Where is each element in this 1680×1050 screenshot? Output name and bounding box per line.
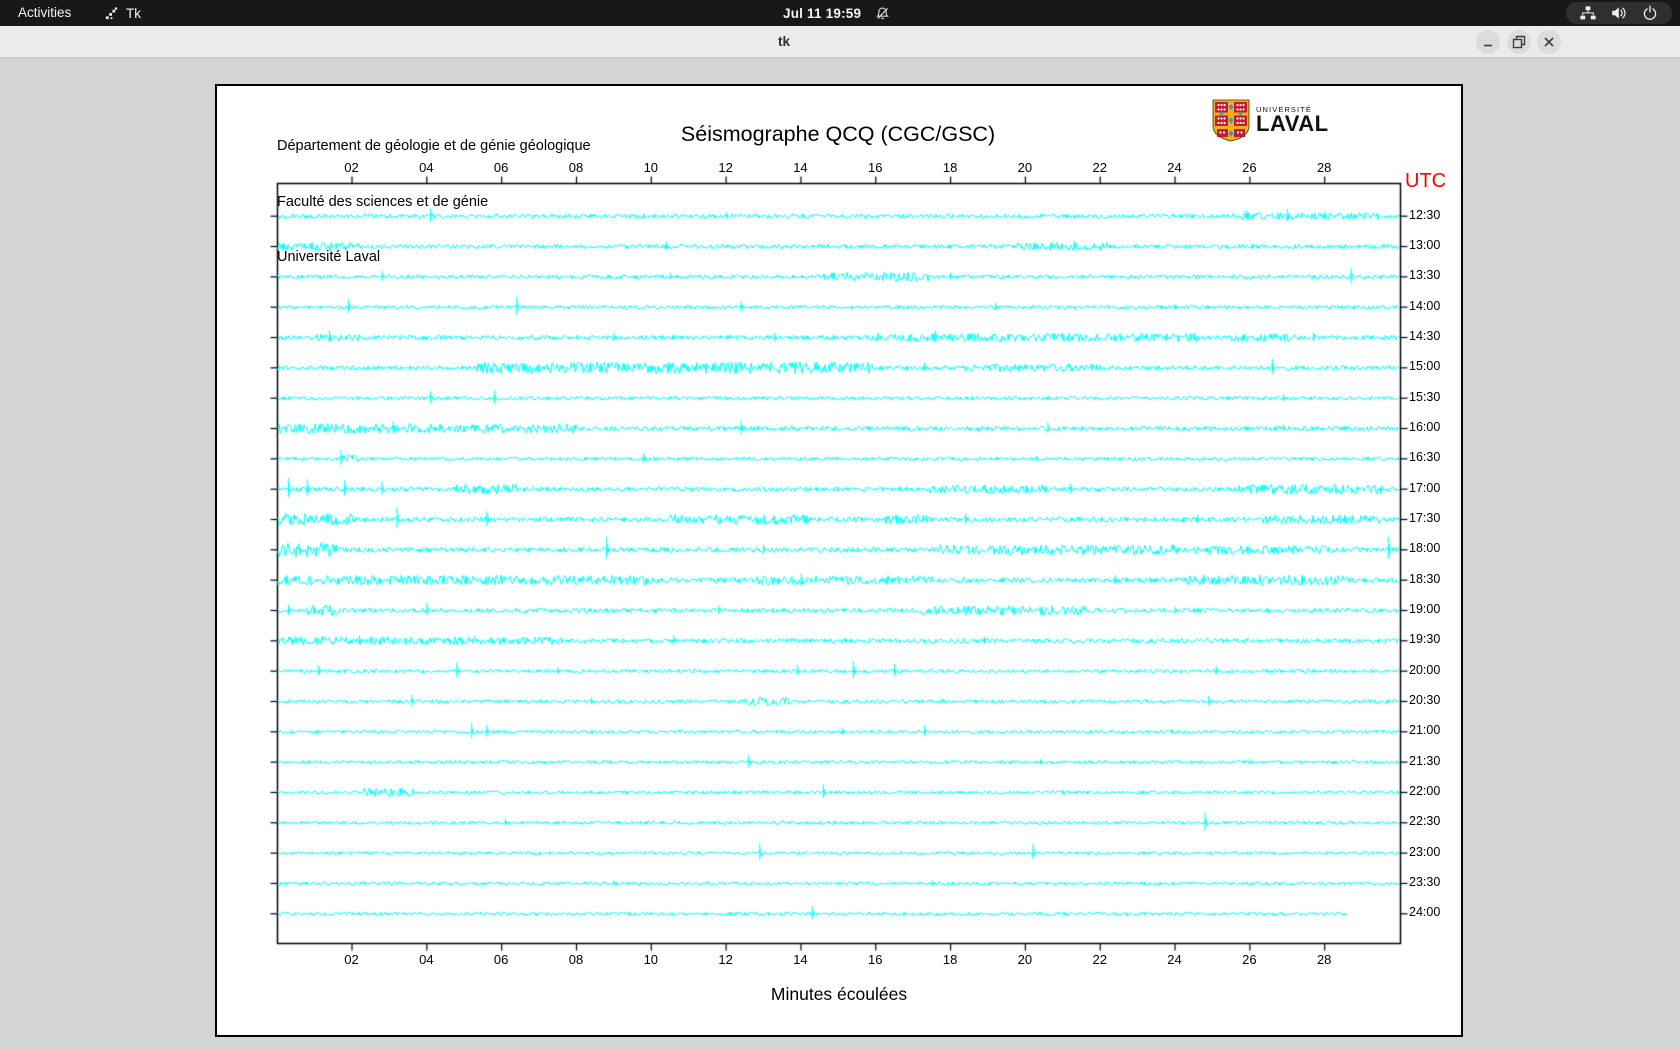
x-tick-label: 24: [1167, 952, 1182, 967]
x-tick-label: 28: [1316, 160, 1332, 175]
x-tick-label: 22: [1092, 160, 1107, 175]
x-tick-label: 14: [793, 160, 808, 175]
utc-time-label: 23:30: [1409, 874, 1441, 889]
x-axis-title: Minutes écoulées: [770, 984, 908, 1004]
header-line: Département de géologie et de génie géol…: [277, 138, 591, 154]
utc-time-label: 24:00: [1409, 905, 1441, 920]
system-status-area[interactable]: [1566, 2, 1672, 24]
utc-axis-label: UTC: [1405, 170, 1447, 192]
app-indicator-label: Tk: [126, 5, 141, 21]
x-tick-label: 16: [868, 160, 883, 175]
utc-time-label: 17:00: [1409, 480, 1441, 495]
utc-time-label: 21:30: [1409, 753, 1441, 768]
laval-wordmark-large: LAVAL: [1256, 111, 1329, 136]
page-title: Séismographe QCQ (CGC/GSC): [680, 122, 996, 146]
x-tick-label: 02: [344, 160, 359, 175]
network-wired-icon: [1580, 5, 1596, 21]
x-tick-label: 28: [1316, 952, 1332, 967]
laval-logo: UNIVERSITÉ LAVAL: [1212, 99, 1329, 147]
x-tick-label: 22: [1092, 952, 1107, 967]
x-tick-label: 06: [493, 160, 509, 175]
x-tick-label: 26: [1242, 952, 1257, 967]
x-tick-label: 26: [1242, 160, 1257, 175]
notifications-muted-icon: [875, 6, 890, 21]
volume-icon: [1611, 5, 1627, 21]
utc-time-label: 13:00: [1409, 238, 1441, 253]
header-line: Faculté des sciences et de génie: [277, 193, 489, 210]
focused-app-indicator[interactable]: Tk: [104, 0, 141, 26]
laval-shield-icon: [1212, 99, 1250, 147]
utc-time-label: 18:30: [1409, 571, 1441, 586]
x-tick-label: 04: [419, 952, 434, 967]
x-tick-label: 04: [419, 160, 434, 175]
utc-time-label: 15:30: [1409, 389, 1441, 404]
utc-time-label: 17:30: [1409, 511, 1441, 525]
x-tick-label: 10: [643, 952, 659, 967]
utc-time-label: 12:30: [1409, 207, 1441, 222]
seismograph-frame: Département de géologie et de génie géol…: [215, 84, 1463, 1037]
window-title: tk: [777, 34, 791, 49]
x-tick-label: 06: [493, 952, 509, 967]
minimize-button[interactable]: [1476, 30, 1500, 54]
x-tick-label: 24: [1167, 160, 1182, 175]
utc-time-label: 16:30: [1409, 450, 1441, 465]
utc-time-label: 19:30: [1409, 632, 1441, 647]
x-tick-label: 20: [1017, 160, 1033, 175]
utc-time-label: 18:00: [1409, 541, 1441, 556]
x-tick-label: 20: [1017, 952, 1033, 967]
window-titlebar[interactable]: tk: [0, 26, 1680, 58]
utc-time-label: 20:30: [1409, 692, 1441, 707]
x-tick-label: 18: [942, 160, 958, 175]
maximize-button[interactable]: [1507, 30, 1531, 54]
x-tick-label: 10: [643, 160, 659, 175]
gnome-top-bar: Activities Tk Jul 11 19:59: [0, 0, 1680, 26]
x-tick-label: 08: [568, 952, 584, 967]
utc-time-label: 14:30: [1409, 329, 1441, 344]
close-button[interactable]: [1537, 30, 1561, 54]
header-line: Université Laval: [277, 249, 381, 265]
x-tick-label: 12: [718, 952, 733, 967]
utc-time-label: 23:00: [1409, 844, 1441, 859]
utc-time-label: 20:00: [1409, 662, 1441, 677]
x-tick-label: 18: [942, 952, 958, 967]
utc-time-label: 21:00: [1409, 723, 1441, 738]
utc-time-label: 19:00: [1409, 601, 1441, 616]
window-content: Département de géologie et de génie géol…: [0, 58, 1680, 1050]
x-tick-label: 02: [344, 952, 359, 967]
x-tick-label: 14: [793, 952, 808, 967]
activities-button[interactable]: Activities: [10, 0, 79, 26]
utc-time-label: 15:00: [1409, 359, 1441, 374]
institution-header: Département de géologie et de génie géol…: [277, 100, 591, 304]
x-tick-label: 08: [568, 160, 584, 175]
tk-icon: [104, 6, 119, 21]
utc-time-label: 22:00: [1409, 783, 1441, 798]
x-tick-label: 16: [868, 952, 883, 967]
laval-wordmark: UNIVERSITÉ LAVAL: [1256, 99, 1329, 147]
utc-time-label: 16:00: [1409, 420, 1441, 434]
x-tick-label: 12: [718, 160, 733, 175]
power-icon: [1642, 5, 1658, 21]
utc-time-label: 22:30: [1409, 814, 1441, 829]
utc-time-label: 14:00: [1409, 298, 1441, 313]
clock[interactable]: Jul 11 19:59: [783, 6, 861, 21]
utc-time-label: 13:30: [1409, 268, 1441, 283]
